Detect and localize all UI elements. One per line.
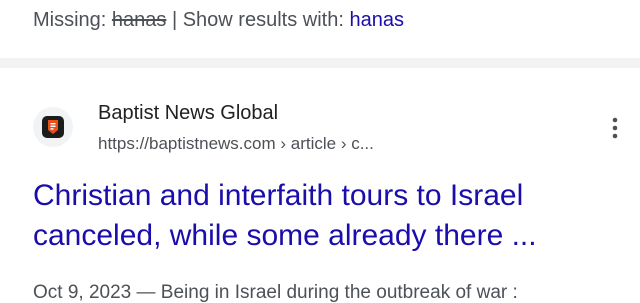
missing-label: Missing: (33, 9, 112, 31)
result-snippet: Oct 9, 2023 — Being in Israel during the… (33, 282, 518, 303)
result-url-breadcrumb[interactable]: https://baptistnews.com › article › c... (98, 133, 374, 155)
search-results-page: Missing: hanas | Show results with: hana… (0, 0, 640, 303)
result-title-link[interactable]: Christian and interfaith tours to Israel… (33, 176, 628, 256)
result-site-name[interactable]: Baptist News Global (98, 101, 278, 125)
result-title-line-2: canceled, while some already there ... (33, 219, 537, 252)
baptist-news-logo-icon (42, 116, 64, 138)
more-vert-icon (612, 117, 618, 139)
site-favicon[interactable] (33, 107, 73, 147)
section-divider (0, 58, 640, 68)
missing-struck-term: hanas (111, 9, 167, 31)
more-options-button[interactable] (600, 113, 630, 143)
missing-terms-row: Missing: hanas | Show results with: hana… (33, 5, 404, 35)
missing-separator: | Show results with: (166, 9, 350, 31)
result-title-line-1: Christian and interfaith tours to Israel (33, 179, 524, 212)
show-results-with-link[interactable]: hanas (349, 9, 404, 31)
